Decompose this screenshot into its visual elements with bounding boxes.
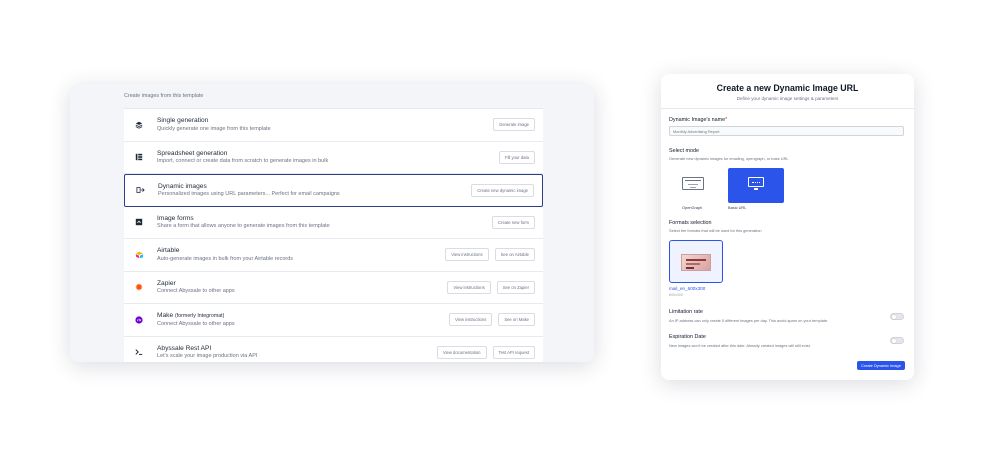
terminal-icon <box>132 345 146 359</box>
option-airtable[interactable]: Airtable Auto-generate images in bulk fr… <box>124 239 543 272</box>
airtable-view-instructions-button[interactable]: View instructions <box>445 248 489 262</box>
form-icon <box>132 215 146 229</box>
opengraph-icon[interactable] <box>682 177 704 190</box>
option-description: Let's scale your image production via AP… <box>157 353 258 360</box>
dynamic-image-modal: Create a new Dynamic Image URL Define yo… <box>661 74 914 380</box>
airtable-icon <box>132 248 146 262</box>
option-description: Connect Abyssale to other apps <box>157 288 235 295</box>
expiration-hint: New images won't be created after this d… <box>669 343 811 348</box>
see-on-zapier-button[interactable]: See on Zapier <box>496 280 535 294</box>
create-new-dynamic-image-button[interactable]: Create new dynamic image <box>471 183 534 197</box>
format-card[interactable] <box>669 240 723 283</box>
create-dynamic-image-button[interactable]: Create Dynamic Image <box>857 361 905 370</box>
basic-url-mode-label: Basic URL <box>728 205 747 210</box>
monitor-icon <box>748 177 764 187</box>
required-marker: * <box>725 117 728 123</box>
option-title: Spreadsheet generation <box>157 149 228 157</box>
zapier-view-instructions-button[interactable]: View instructions <box>447 280 491 294</box>
make-view-instructions-button[interactable]: View instructions <box>448 313 493 327</box>
format-name: mail_en_600x300 <box>669 286 706 291</box>
create-new-form-button[interactable]: Create new form <box>492 215 535 229</box>
limitation-label: Limitation rate <box>669 309 703 315</box>
modal-subtitle: Define your dynamic image settings & par… <box>736 96 839 101</box>
name-label-text: Dynamic Image's name <box>669 117 726 123</box>
fill-your-data-button[interactable]: Fill your data <box>499 150 535 164</box>
option-title: Make <box>157 312 174 319</box>
limitation-hint: An IP address can only create 5 differen… <box>669 318 829 323</box>
option-description: Personalized images using URL parameters… <box>158 191 340 198</box>
option-zapier[interactable]: Zapier Connect Abyssale to other apps Vi… <box>124 271 543 304</box>
option-description: Quickly generate one image from this tem… <box>157 125 271 132</box>
modal-divider <box>661 108 914 109</box>
option-title: Image forms <box>157 214 194 222</box>
see-on-airtable-button[interactable]: See on Airtable <box>494 248 535 262</box>
generation-options-list: Single generation Quickly generate one i… <box>124 108 543 362</box>
option-description: Connect Abyssale to other apps <box>157 320 235 327</box>
modal-title: Create a new Dynamic Image URL <box>716 83 859 93</box>
option-title: Abyssale Rest API <box>157 344 212 352</box>
option-description: Auto-generate images in bulk from your A… <box>157 255 294 262</box>
option-rest-api[interactable]: Abyssale Rest API Let's scale your image… <box>124 336 543 362</box>
option-make[interactable]: Make (formerly Integromat) Connect Abyss… <box>124 304 543 337</box>
mode-label: Select mode <box>669 148 699 154</box>
option-title: Single generation <box>157 117 209 124</box>
dynamic-image-icon <box>133 183 147 197</box>
limitation-toggle[interactable] <box>890 313 904 320</box>
view-documentation-button[interactable]: View documentation <box>436 345 487 359</box>
option-description: Import, connect or create data from scra… <box>157 158 329 165</box>
basic-url-mode-card[interactable] <box>728 168 784 203</box>
mode-hint: Generate new dynamic images for emailing… <box>669 156 789 161</box>
option-title: Airtable <box>157 247 180 254</box>
zapier-icon <box>132 280 146 294</box>
dynamic-image-name-input[interactable] <box>669 126 904 136</box>
option-dynamic-images[interactable]: Dynamic images Personalized images using… <box>124 174 543 207</box>
option-image-forms[interactable]: Image forms Share a form that allows any… <box>124 206 543 239</box>
option-single-generation[interactable]: Single generation Quickly generate one i… <box>124 109 543 142</box>
option-description: Share a form that allows anyone to gener… <box>157 223 330 230</box>
option-title: Dynamic images <box>158 182 207 190</box>
expiration-label: Expiration Date <box>669 334 706 340</box>
option-title: Zapier <box>157 279 176 287</box>
generate-image-button[interactable]: Generate image <box>492 118 535 132</box>
formats-label: Formats selection <box>669 220 712 226</box>
create-images-card: Create images from this template Single … <box>70 84 594 362</box>
test-api-request-button[interactable]: Test API request <box>492 345 535 359</box>
format-thumbnail <box>681 254 711 271</box>
option-spreadsheet-generation[interactable]: Spreadsheet generation Import, connect o… <box>124 141 543 174</box>
name-label: Dynamic Image's name* <box>669 117 727 123</box>
layers-icon <box>132 118 146 132</box>
make-icon <box>132 313 146 327</box>
opengraph-mode-label: OpenGraph <box>682 205 703 210</box>
section-heading: Create images from this template <box>124 93 204 99</box>
see-on-make-button[interactable]: See on Make <box>498 313 535 327</box>
spreadsheet-icon <box>132 150 146 164</box>
option-title-note: (formerly Integromat) <box>174 313 225 319</box>
formats-hint: Select the formats that will be used for… <box>669 228 762 233</box>
format-size: 600x300 <box>669 293 683 297</box>
expiration-toggle[interactable] <box>890 337 904 344</box>
